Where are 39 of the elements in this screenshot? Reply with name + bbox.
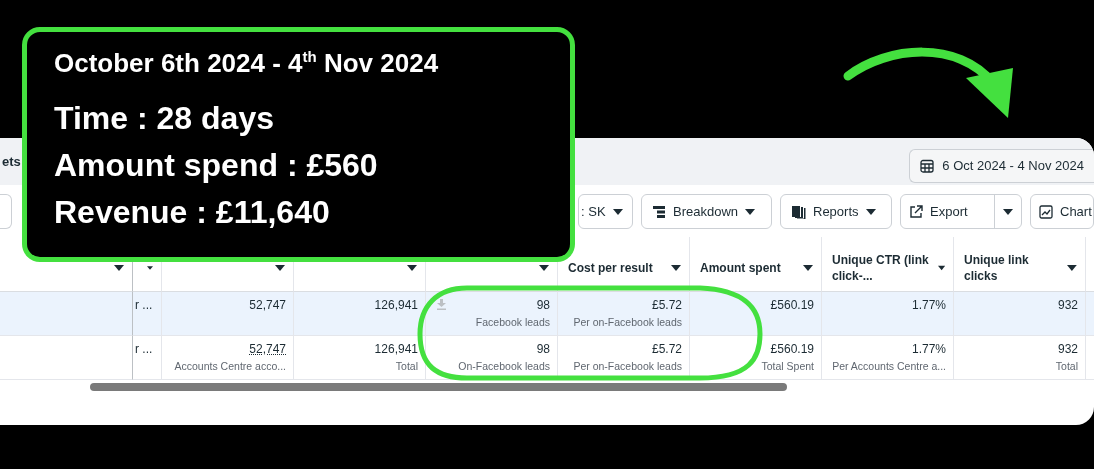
caret-icon: [803, 265, 813, 271]
annotation-text: Revenue : £11,640: [54, 193, 331, 232]
chart-button[interactable]: Chart: [1031, 195, 1093, 228]
caret-icon: [407, 265, 417, 271]
calendar-icon: [920, 158, 935, 173]
toolbar-button[interactable]: [0, 194, 12, 229]
external-link-icon: [909, 204, 923, 219]
caret-icon: [937, 265, 945, 271]
caret-icon: [612, 208, 623, 215]
caret-icon: [1067, 265, 1077, 271]
scrollbar[interactable]: [90, 383, 787, 391]
annotation-text: Time : 28 days: [54, 99, 275, 138]
tab-label[interactable]: ets: [2, 154, 21, 169]
table-cell: 1.77% Per Accounts Centre a...: [822, 336, 954, 380]
table-cell: r ...: [133, 336, 162, 380]
caret-icon: [745, 208, 756, 215]
table-row[interactable]: r ... 52,747 126,941 98 Facebook leads £5.72 Per on-Facebook leads £560.19 1.77% 932: [0, 292, 1094, 336]
table-cell: 98 On-Facebook leads: [426, 336, 558, 380]
caret-icon: [147, 265, 153, 271]
table-cell: £560.19 Total Spent: [690, 336, 822, 380]
annotation-title: October 6th 2024 - 4$^{th}$ Nov 2024: [54, 48, 440, 79]
dropdown-button[interactable]: : SK: [579, 195, 631, 228]
table-row[interactable]: r ... 52,747 Accounts Centre acco... 126,941 Total 98 On-Facebook leads £5.72 Per on-Facebook leads £560.19 Total Spent 1.77% Per Accounts Centre a... 932 Total: [0, 336, 1094, 380]
caret-icon: [1003, 208, 1013, 215]
reports-icon: [791, 204, 806, 219]
table-cell: 52,747 Accounts Centre acco...: [162, 336, 294, 380]
caret-icon: [114, 265, 124, 271]
table-cell: 126,941 Total: [294, 336, 426, 380]
caret-icon: [275, 265, 285, 271]
download-icon: [437, 299, 446, 310]
date-range-button[interactable]: 6 Oct 2024 - 4 Nov 2024: [909, 148, 1094, 183]
table-cell: 932 Total: [954, 336, 1086, 380]
caret-icon: [865, 208, 876, 215]
caret-icon: [671, 265, 681, 271]
caret-icon: [539, 265, 549, 271]
annotation-text: Amount spend : £560: [54, 146, 379, 185]
breakdown-icon: [652, 204, 666, 219]
line-chart-icon: [1039, 204, 1053, 219]
table-cell: £5.72 Per on-Facebook leads: [558, 336, 690, 380]
